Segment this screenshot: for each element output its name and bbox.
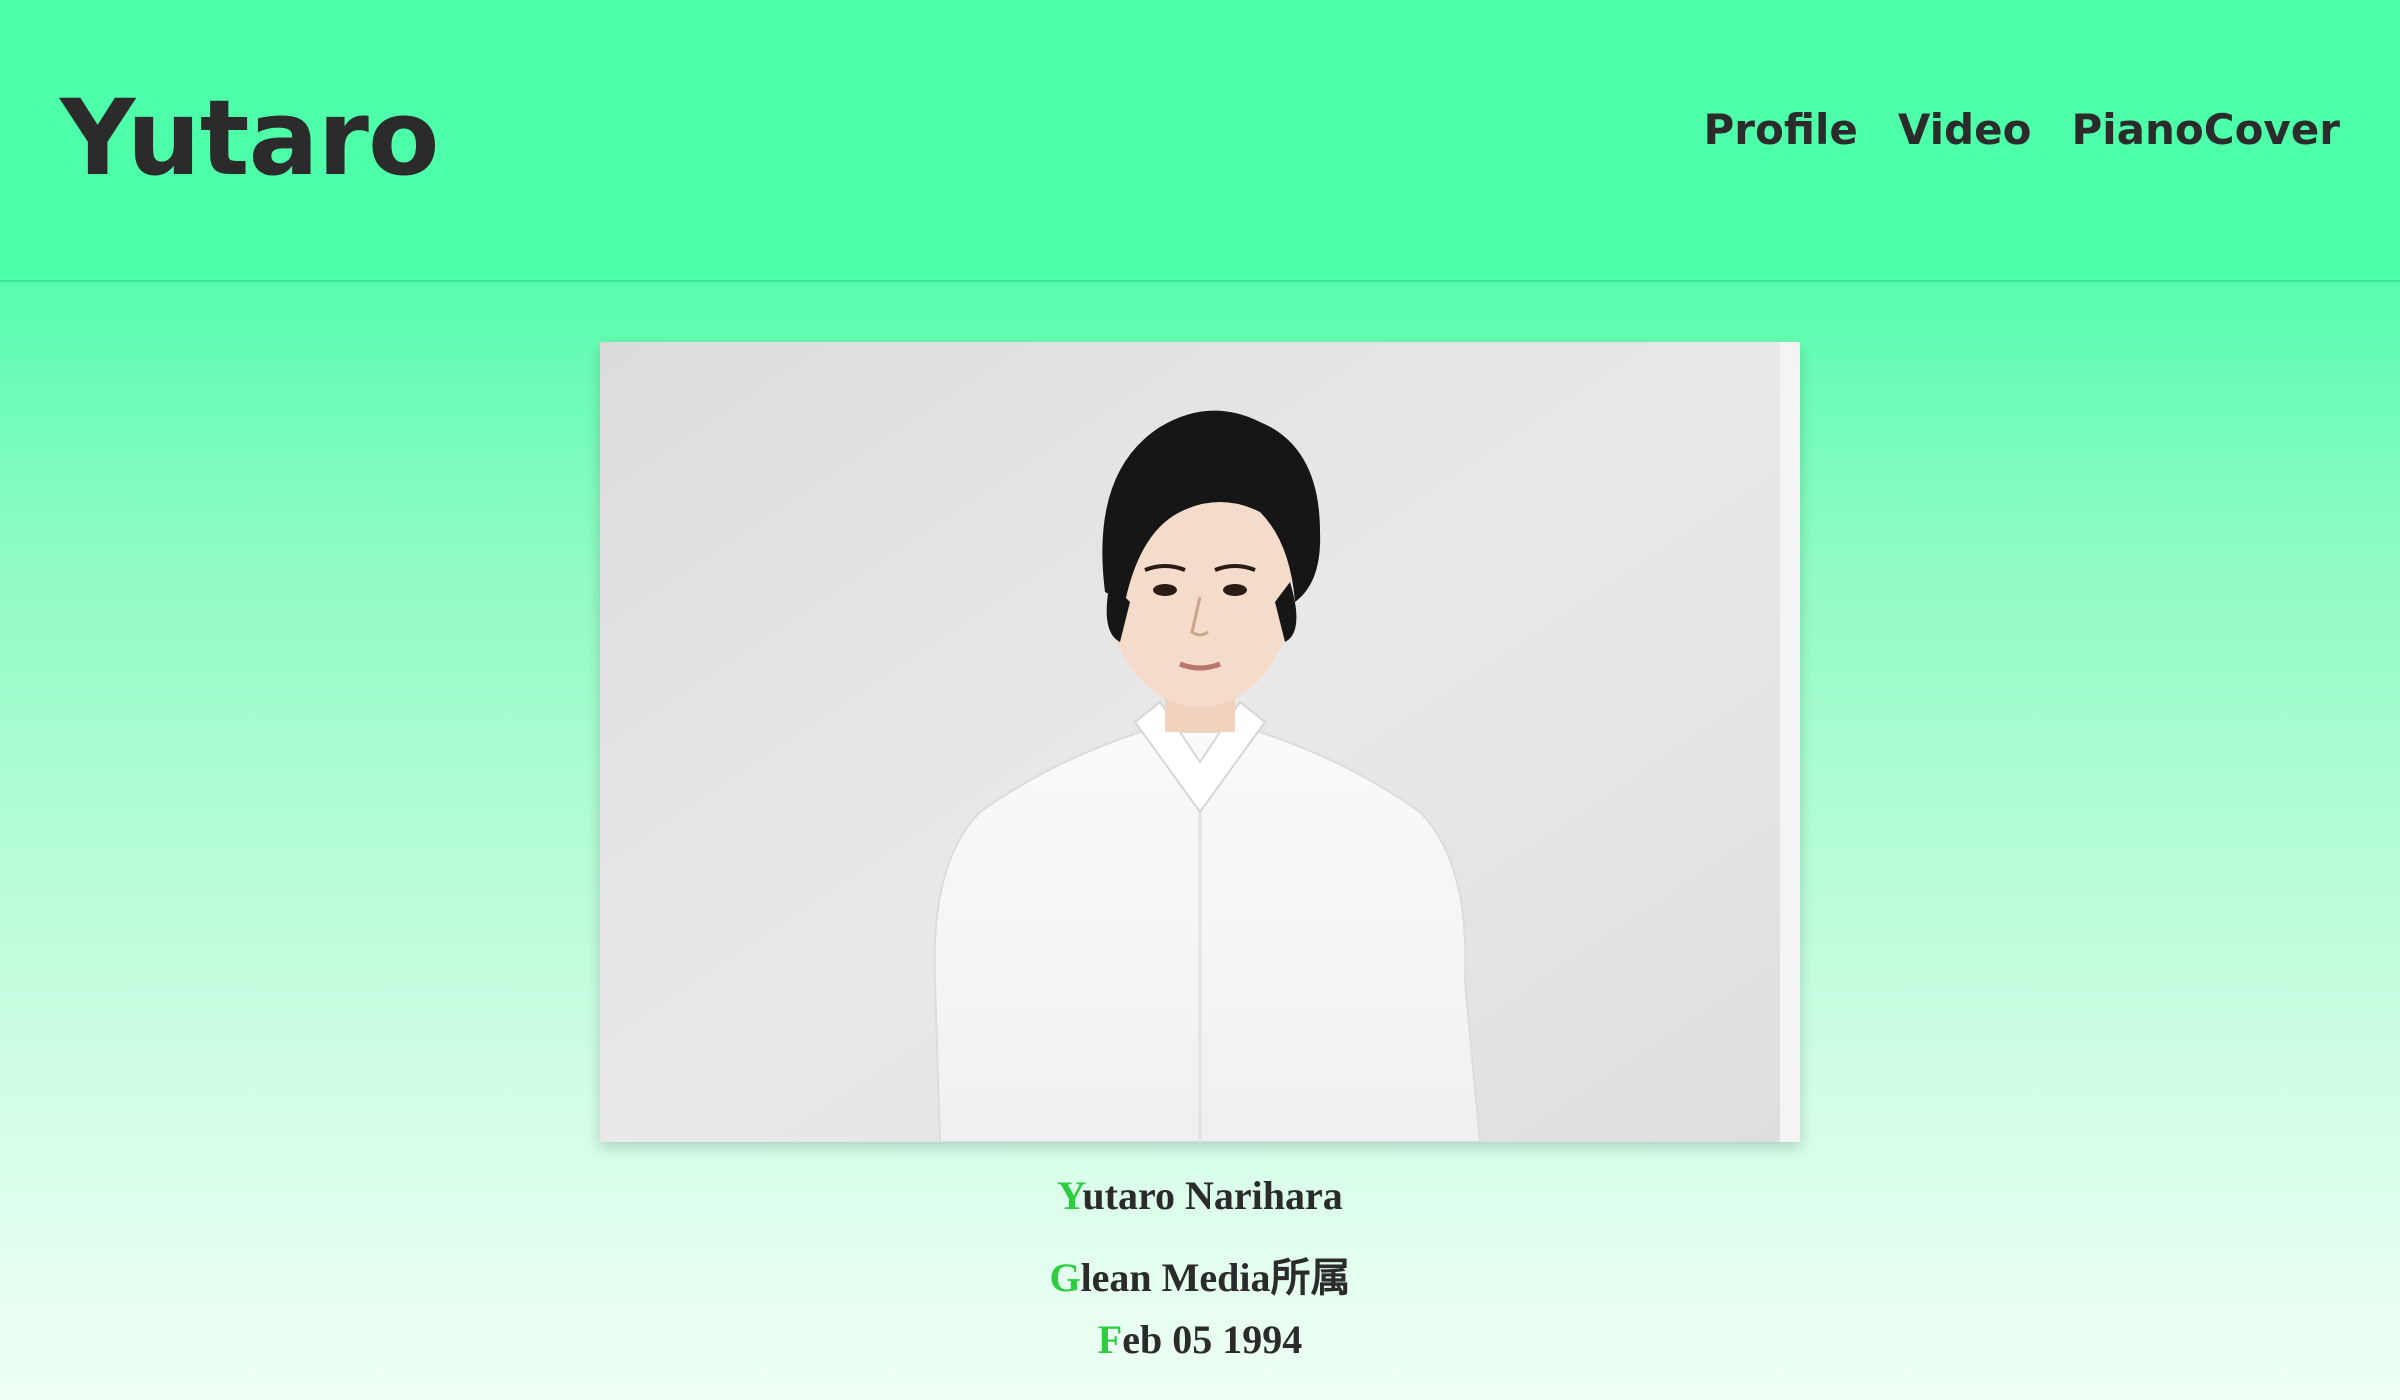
birthdate-rest: eb 05 1994 [1122,1317,1303,1362]
nav-pianocover-link[interactable]: PianoCover [2071,100,2340,160]
nav-video-link[interactable]: Video [1898,100,2032,160]
name-initial: Y [1057,1173,1083,1218]
profile-photo [600,342,1800,1142]
main-nav: Profile Video PianoCover [1704,100,2340,160]
affiliation-initial: G [1049,1255,1081,1300]
nav-profile-link[interactable]: Profile [1704,100,1858,160]
profile-birthdate: Feb 05 1994 [0,1316,2400,1363]
portrait-illustration [600,342,1800,1142]
name-rest: utaro Narihara [1082,1173,1343,1218]
birthdate-initial: F [1097,1317,1123,1362]
site-title[interactable]: Yutaro [60,78,439,198]
profile-affiliation: Glean Media所属 [0,1245,2400,1303]
site-header: Yutaro Profile Video PianoCover [0,0,2400,282]
profile-name: Yutaro Narihara [0,1172,2400,1219]
affiliation-rest: lean Media所属 [1080,1255,1351,1300]
